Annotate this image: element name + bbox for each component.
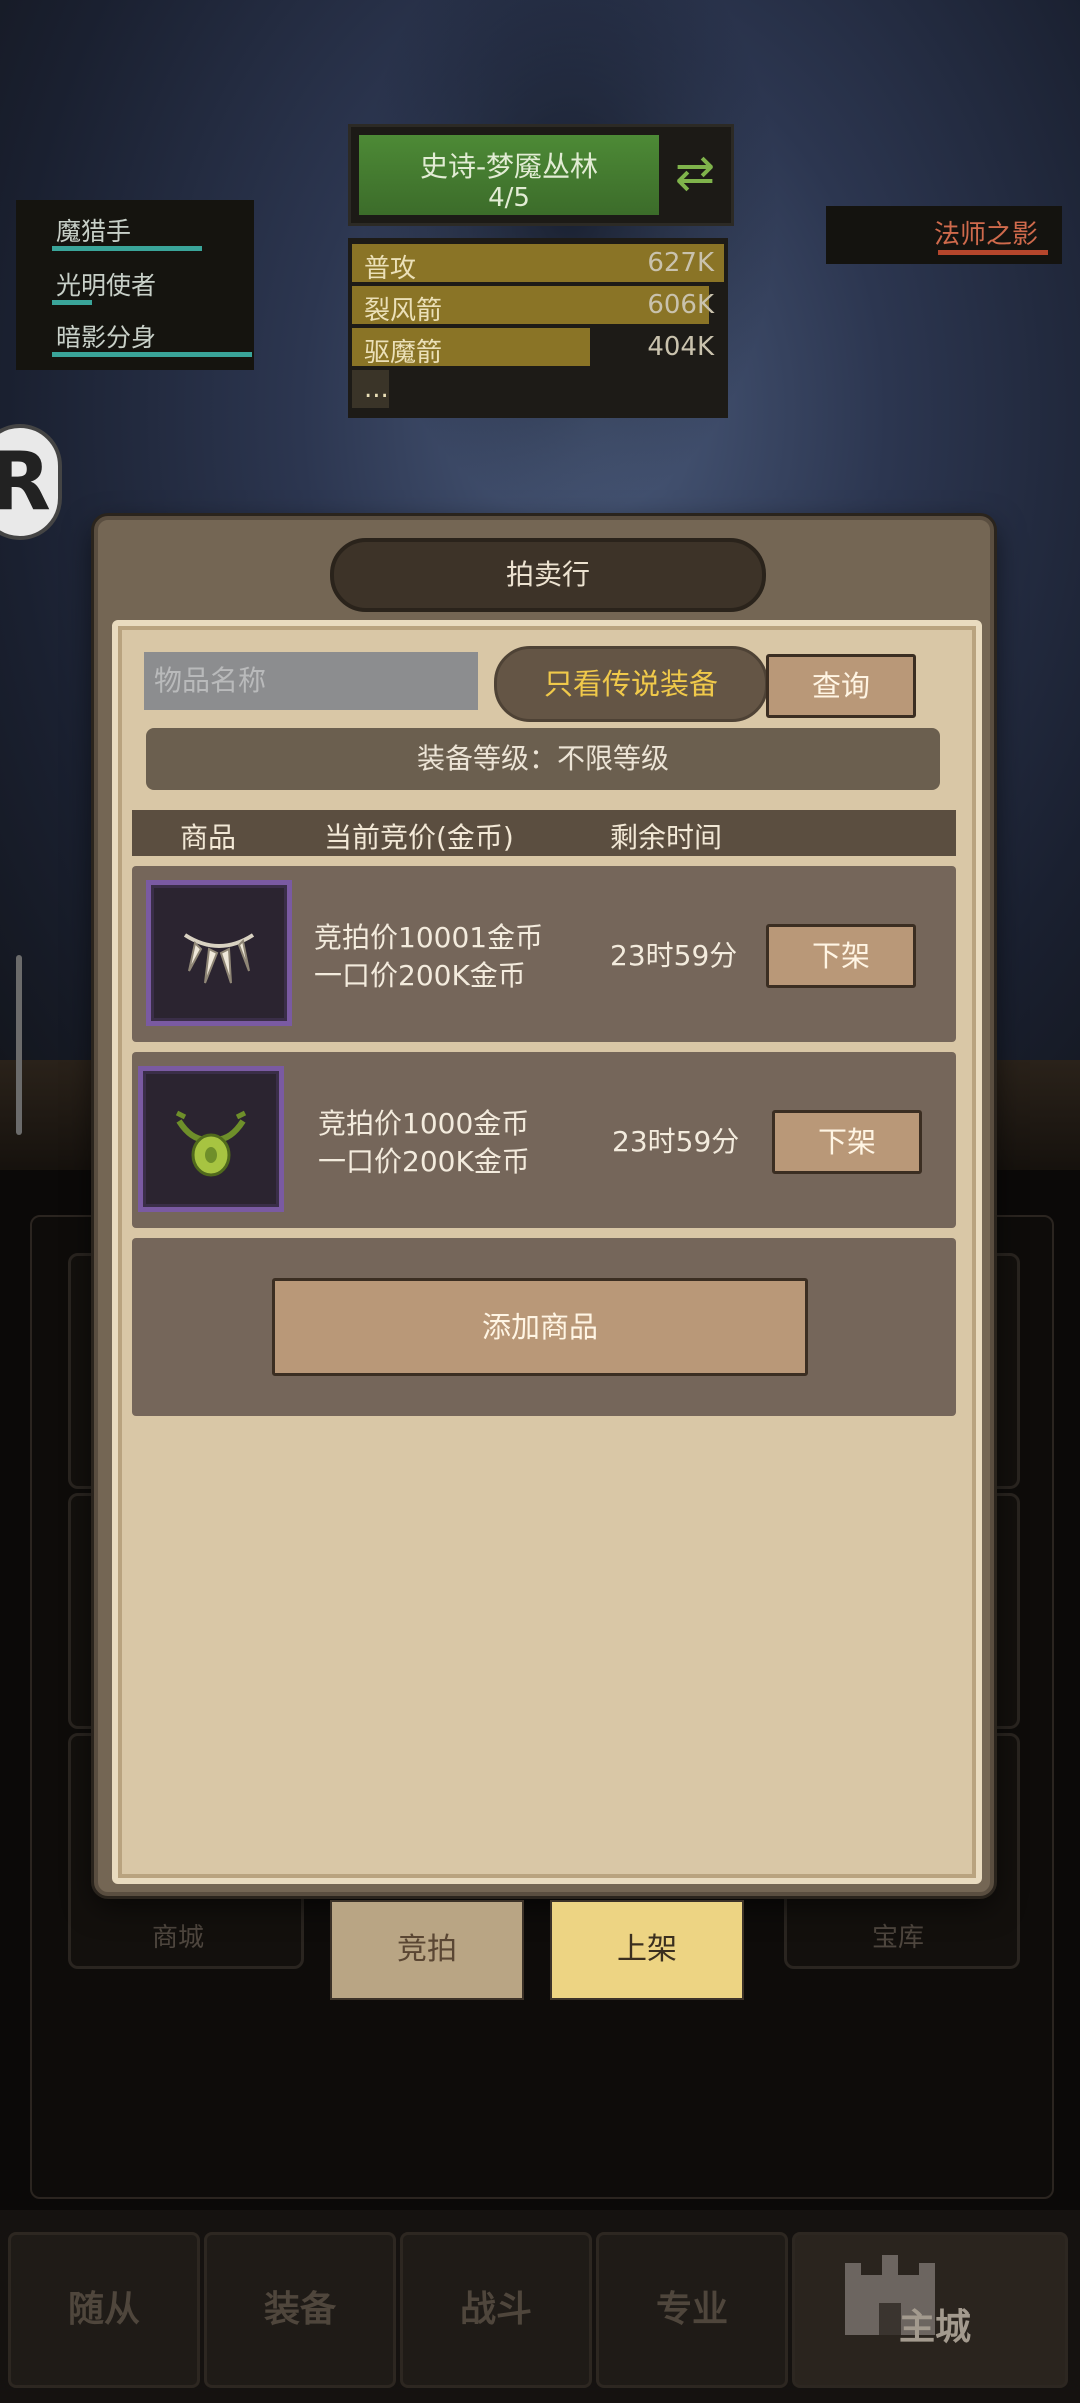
member-hp-bar bbox=[52, 300, 92, 305]
enemy-name: 法师之影 bbox=[933, 220, 1038, 250]
switch-stage-icon[interactable]: ⇄ bbox=[671, 145, 719, 201]
tab-list-item[interactable]: 上架 bbox=[550, 1900, 744, 2000]
item-name-search-input[interactable]: 物品名称 bbox=[144, 652, 478, 710]
bid-price: 竞拍价10001金币 bbox=[314, 921, 544, 954]
nav-profession[interactable]: 专业 bbox=[596, 2232, 788, 2388]
unlist-button[interactable]: 下架 bbox=[772, 1110, 922, 1174]
buyout-price: 一口价200K金币 bbox=[318, 1145, 530, 1178]
header-bid: 当前竞价(金币) bbox=[324, 821, 514, 854]
damage-row: 裂风箭 606K bbox=[352, 286, 724, 326]
side-scrollbar[interactable] bbox=[16, 955, 22, 1135]
enemy-panel: 法师之影 bbox=[826, 206, 1062, 264]
damage-row: ... bbox=[352, 370, 724, 408]
remaining-time: 23时59分 bbox=[610, 939, 738, 972]
bid-price: 竞拍价1000金币 bbox=[318, 1107, 530, 1140]
member-hp-bar bbox=[52, 352, 252, 357]
member-name: 暗影分身 bbox=[56, 323, 157, 352]
list-header: 商品 当前竞价(金币) 剩余时间 bbox=[132, 810, 956, 856]
enemy-hp-bar bbox=[938, 250, 1048, 255]
add-item-row: 添加商品 bbox=[132, 1238, 956, 1416]
fang-necklace-icon bbox=[183, 933, 255, 984]
auction-dialog: 拍卖行 物品名称 只看传说装备 查询 装备等级：不限等级 商品 当前竞价(金币)… bbox=[94, 516, 994, 1896]
skill-name: ... bbox=[364, 374, 389, 404]
nav-followers[interactable]: 随从 bbox=[8, 2232, 200, 2388]
party-member[interactable]: 光明使者 bbox=[36, 262, 246, 308]
damage-value: 404K bbox=[647, 332, 714, 362]
header-item: 商品 bbox=[180, 821, 237, 854]
nav-main-city[interactable]: 主城 bbox=[792, 2232, 1068, 2388]
member-name: 光明使者 bbox=[56, 271, 157, 300]
remaining-time: 23时59分 bbox=[612, 1125, 740, 1158]
query-button[interactable]: 查询 bbox=[766, 654, 916, 718]
floating-r-button[interactable]: R bbox=[0, 424, 62, 540]
stage-title: 史诗-梦魇丛林 bbox=[419, 150, 599, 183]
skill-name: 普攻 bbox=[364, 254, 417, 284]
damage-value: 627K bbox=[647, 248, 714, 278]
party-list: 魔猎手 光明使者 暗影分身 bbox=[16, 200, 254, 370]
auction-row: 竞拍价10001金币 一口价200K金币 23时59分 下架 bbox=[132, 866, 956, 1042]
damage-stats: 普攻 627K 裂风箭 606K 驱魔箭 404K ... bbox=[348, 238, 728, 418]
damage-value: 606K bbox=[647, 290, 714, 320]
equipment-level-filter[interactable]: 装备等级：不限等级 bbox=[146, 728, 940, 790]
green-amulet-icon bbox=[175, 1110, 247, 1177]
nav-equipment[interactable]: 装备 bbox=[204, 2232, 396, 2388]
vault-label: 宝库 bbox=[872, 1923, 925, 1953]
party-member[interactable]: 魔猎手 bbox=[36, 208, 246, 254]
shop-label: 商城 bbox=[152, 1923, 205, 1953]
header-time: 剩余时间 bbox=[610, 821, 723, 854]
member-hp-bar bbox=[52, 246, 202, 251]
tab-auction[interactable]: 竞拍 bbox=[330, 1900, 524, 2000]
member-name: 魔猎手 bbox=[56, 217, 132, 246]
nav-main-city-label: 主城 bbox=[899, 2307, 972, 2348]
buyout-price: 一口价200K金币 bbox=[314, 959, 526, 992]
stage-info: 史诗-梦魇丛林 4/5 bbox=[359, 135, 659, 215]
stage-progress: 4/5 bbox=[488, 183, 530, 213]
damage-row: 驱魔箭 404K bbox=[352, 328, 724, 368]
auction-row: 竞拍价1000金币 一口价200K金币 23时59分 下架 bbox=[132, 1052, 956, 1228]
unlist-button[interactable]: 下架 bbox=[766, 924, 916, 988]
party-member[interactable]: 暗影分身 bbox=[36, 314, 252, 360]
skill-name: 裂风箭 bbox=[364, 296, 443, 326]
legend-only-toggle[interactable]: 只看传说装备 bbox=[494, 646, 768, 722]
item-slot[interactable] bbox=[146, 880, 292, 1026]
stage-panel[interactable]: 史诗-梦魇丛林 4/5 ⇄ bbox=[348, 124, 734, 226]
item-slot[interactable] bbox=[138, 1066, 284, 1212]
damage-row: 普攻 627K bbox=[352, 244, 724, 284]
add-item-button[interactable]: 添加商品 bbox=[272, 1278, 808, 1376]
skill-name: 驱魔箭 bbox=[364, 338, 443, 368]
main-nav-bar: 随从 装备 战斗 专业 主城 bbox=[0, 2210, 1080, 2403]
nav-battle[interactable]: 战斗 bbox=[400, 2232, 592, 2388]
dialog-title: 拍卖行 bbox=[330, 538, 766, 612]
